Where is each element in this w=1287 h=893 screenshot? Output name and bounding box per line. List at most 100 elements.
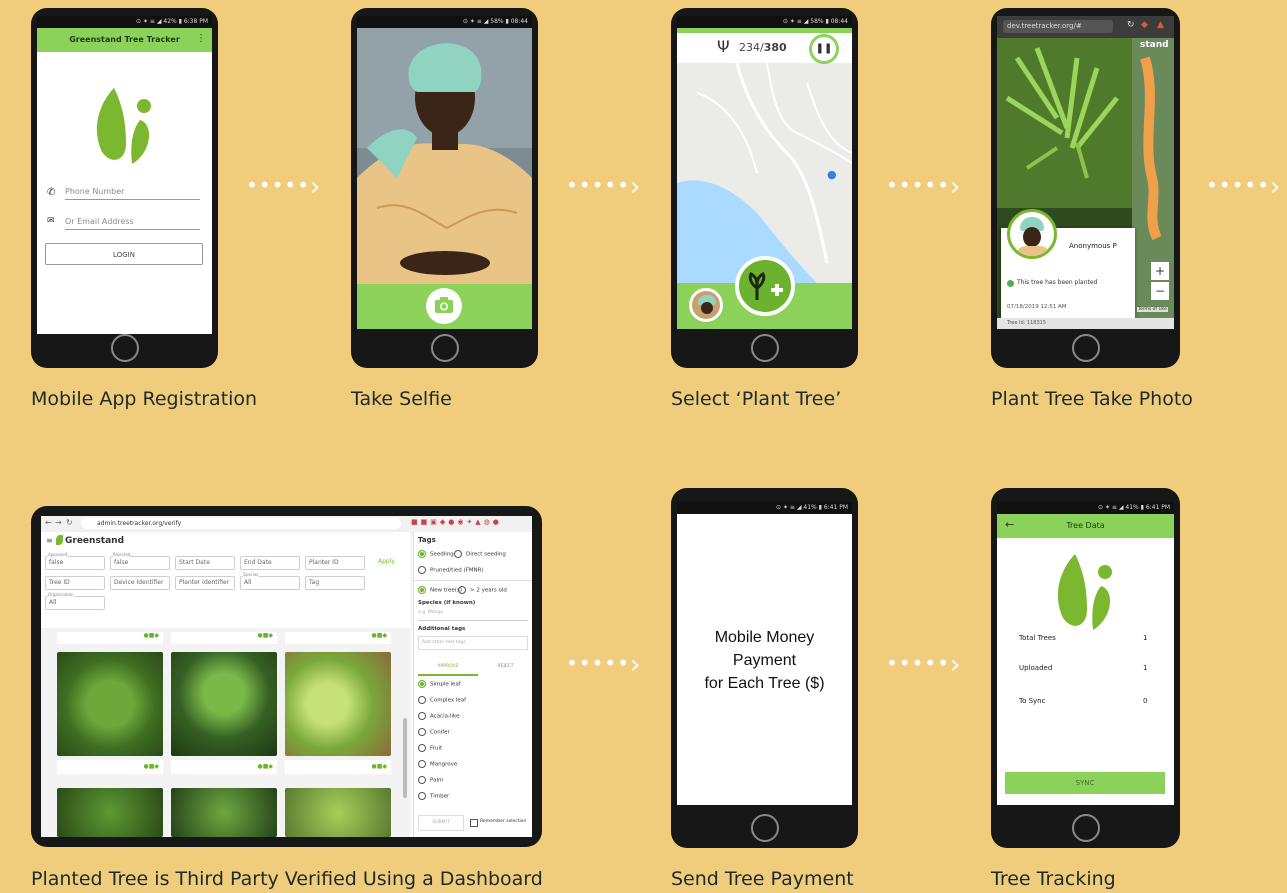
home-button <box>430 334 459 362</box>
tag-select[interactable]: Tag <box>305 576 365 590</box>
arrow-right-icon: •••••› <box>566 650 642 680</box>
apply-button[interactable]: Apply <box>378 558 395 565</box>
top-right-text: stand <box>1140 40 1169 50</box>
caption-plant-tree: Select ‘Plant Tree’ <box>671 388 842 410</box>
planter-avatar <box>1007 209 1057 259</box>
arrow-right-icon: •••••› <box>566 172 642 202</box>
leaf-type-radio[interactable]: Acacia-like <box>418 712 459 720</box>
direct-seeding-radio[interactable]: Direct seeding <box>454 550 506 558</box>
reload-icon[interactable]: ↻ <box>66 518 73 527</box>
end-date-field[interactable]: End Date <box>240 556 300 570</box>
leaf-type-radio[interactable]: Mangrove <box>418 760 457 768</box>
tree-count: 234 <box>739 41 760 54</box>
status-bar: ⊙ ✶ ≡ ◢ 58% ▮ 08:44 <box>357 16 532 28</box>
zoom-out-button[interactable]: − <box>1151 282 1169 300</box>
home-button <box>1071 334 1100 362</box>
arrow-right-icon: •••••› <box>246 172 322 202</box>
leaf-type-radio[interactable]: Timber <box>418 792 449 800</box>
radio-icon[interactable] <box>418 728 426 736</box>
greenstand-logo-icon <box>1057 554 1112 630</box>
card-actions[interactable]: ●■◆ <box>285 760 391 774</box>
leaf-type-radio[interactable]: Simple leaf <box>418 680 461 688</box>
pause-button[interactable]: ❚❚ <box>809 34 839 64</box>
sync-button[interactable]: SYNC <box>1005 772 1165 794</box>
radio-icon[interactable] <box>418 712 426 720</box>
species-select[interactable]: All <box>240 576 300 590</box>
organization-select[interactable]: All <box>45 596 105 610</box>
planter-id-field[interactable]: Planter ID <box>305 556 365 570</box>
alert-icon[interactable]: ▲ <box>1157 20 1164 30</box>
phone-icon: ✆ <box>47 187 56 198</box>
approve-tab[interactable]: APPROVE <box>418 660 478 676</box>
tree-grid: ●■◆ ●■◆ ●■◆ ●■◆ ●■◆ ●■◆ <box>41 628 411 837</box>
reject-tab[interactable]: REJECT <box>478 660 532 674</box>
plant-tree-button[interactable] <box>735 256 795 316</box>
radio-icon[interactable] <box>418 760 426 768</box>
tree-image[interactable] <box>57 652 163 756</box>
scrollbar[interactable] <box>403 718 407 798</box>
card-actions[interactable]: ●■◆ <box>171 760 277 774</box>
terms-link[interactable]: Terms of Use <box>1137 307 1168 312</box>
submit-button[interactable]: SUBMIT <box>418 815 464 831</box>
leaf-type-radio[interactable]: Complex leaf <box>418 696 466 704</box>
planted-date: 07/18/2019 12:51 AM <box>1007 304 1067 310</box>
shield-icon[interactable]: ◆ <box>1141 20 1148 30</box>
radio-icon[interactable] <box>418 696 426 704</box>
tree-image[interactable] <box>171 788 277 837</box>
radio-icon[interactable] <box>418 792 426 800</box>
more-vert-icon[interactable]: ⋮ <box>196 33 206 44</box>
older-radio[interactable]: > 2 years old <box>458 586 507 594</box>
camera-button[interactable] <box>426 288 462 324</box>
email-field[interactable]: Or Email Address <box>65 217 200 230</box>
forward-icon[interactable]: → <box>55 518 62 527</box>
caption-tree-data: Tree Tracking <box>991 868 1116 890</box>
url-field[interactable]: dev.treetracker.org/# <box>1003 20 1113 33</box>
phone-number-field[interactable]: Phone Number <box>65 187 200 200</box>
home-button <box>1071 814 1100 842</box>
tree-image[interactable] <box>57 788 163 837</box>
leaf-type-radio[interactable]: Palm <box>418 776 443 784</box>
stat-value: 0 <box>1143 697 1148 705</box>
leaf-type-label: Simple leaf <box>430 681 461 688</box>
new-trees-radio[interactable]: New tree(s) <box>418 586 462 594</box>
tree-image[interactable] <box>285 652 391 756</box>
radio-icon[interactable] <box>418 776 426 784</box>
back-icon[interactable]: ← <box>45 518 52 527</box>
tree-image[interactable] <box>171 652 277 756</box>
status-bar: ⊙ ✶ ≡ ◢ 41% ▮ 6:41 PM <box>997 502 1174 514</box>
url-field[interactable]: admin.treetracker.org/verify <box>81 518 401 529</box>
radio-icon[interactable] <box>418 744 426 752</box>
additional-tags-input[interactable]: Add other text tags <box>418 636 528 650</box>
stat-label: Uploaded <box>1019 664 1053 672</box>
pruned-radio[interactable]: Pruned/tied (FMNR) <box>418 566 484 574</box>
radio-icon[interactable] <box>418 680 426 688</box>
reload-icon[interactable]: ↻ <box>1127 20 1135 30</box>
species-input[interactable]: e.g. Mango <box>418 610 528 621</box>
phone-payment: ⊙ ✶ ≡ ◢ 41% ▮ 6:41 PM Mobile Money Payme… <box>671 488 858 848</box>
card-actions[interactable]: ●■◆ <box>57 632 163 644</box>
card-actions[interactable]: ●■◆ <box>285 632 391 644</box>
leaf-type-label: Acacia-like <box>430 713 460 720</box>
extension-icons[interactable]: ■■▣◆●◉✦▲◍● <box>411 518 502 526</box>
rejected-select[interactable]: false <box>110 556 170 570</box>
login-button[interactable]: LOGIN <box>45 243 203 265</box>
phone-tree-photo: dev.treetracker.org/# ↻ ◆ ▲ stand Anonym… <box>991 8 1180 368</box>
tree-image[interactable] <box>285 788 391 837</box>
seedling-radio[interactable]: Seedling <box>418 550 454 558</box>
tree-id-field[interactable]: Tree ID <box>45 576 105 590</box>
leaf-type-radio[interactable]: Conifer <box>418 728 450 736</box>
zoom-in-button[interactable]: + <box>1151 262 1169 280</box>
card-actions[interactable]: ●■◆ <box>171 632 277 644</box>
map-view[interactable] <box>677 63 852 283</box>
planter-identifier-field[interactable]: Planter Identifier <box>175 576 235 590</box>
leaf-type-radio[interactable]: Fruit <box>418 744 442 752</box>
stat-value: 1 <box>1143 664 1148 672</box>
remember-checkbox[interactable] <box>470 819 478 827</box>
card-actions[interactable]: ●■◆ <box>57 760 163 774</box>
caption-selfie: Take Selfie <box>351 388 452 410</box>
avatar[interactable] <box>689 288 723 322</box>
approved-select[interactable]: false <box>45 556 105 570</box>
menu-icon[interactable]: ≡ <box>46 536 53 545</box>
device-identifier-field[interactable]: Device Identifier <box>110 576 170 590</box>
start-date-field[interactable]: Start Date <box>175 556 235 570</box>
